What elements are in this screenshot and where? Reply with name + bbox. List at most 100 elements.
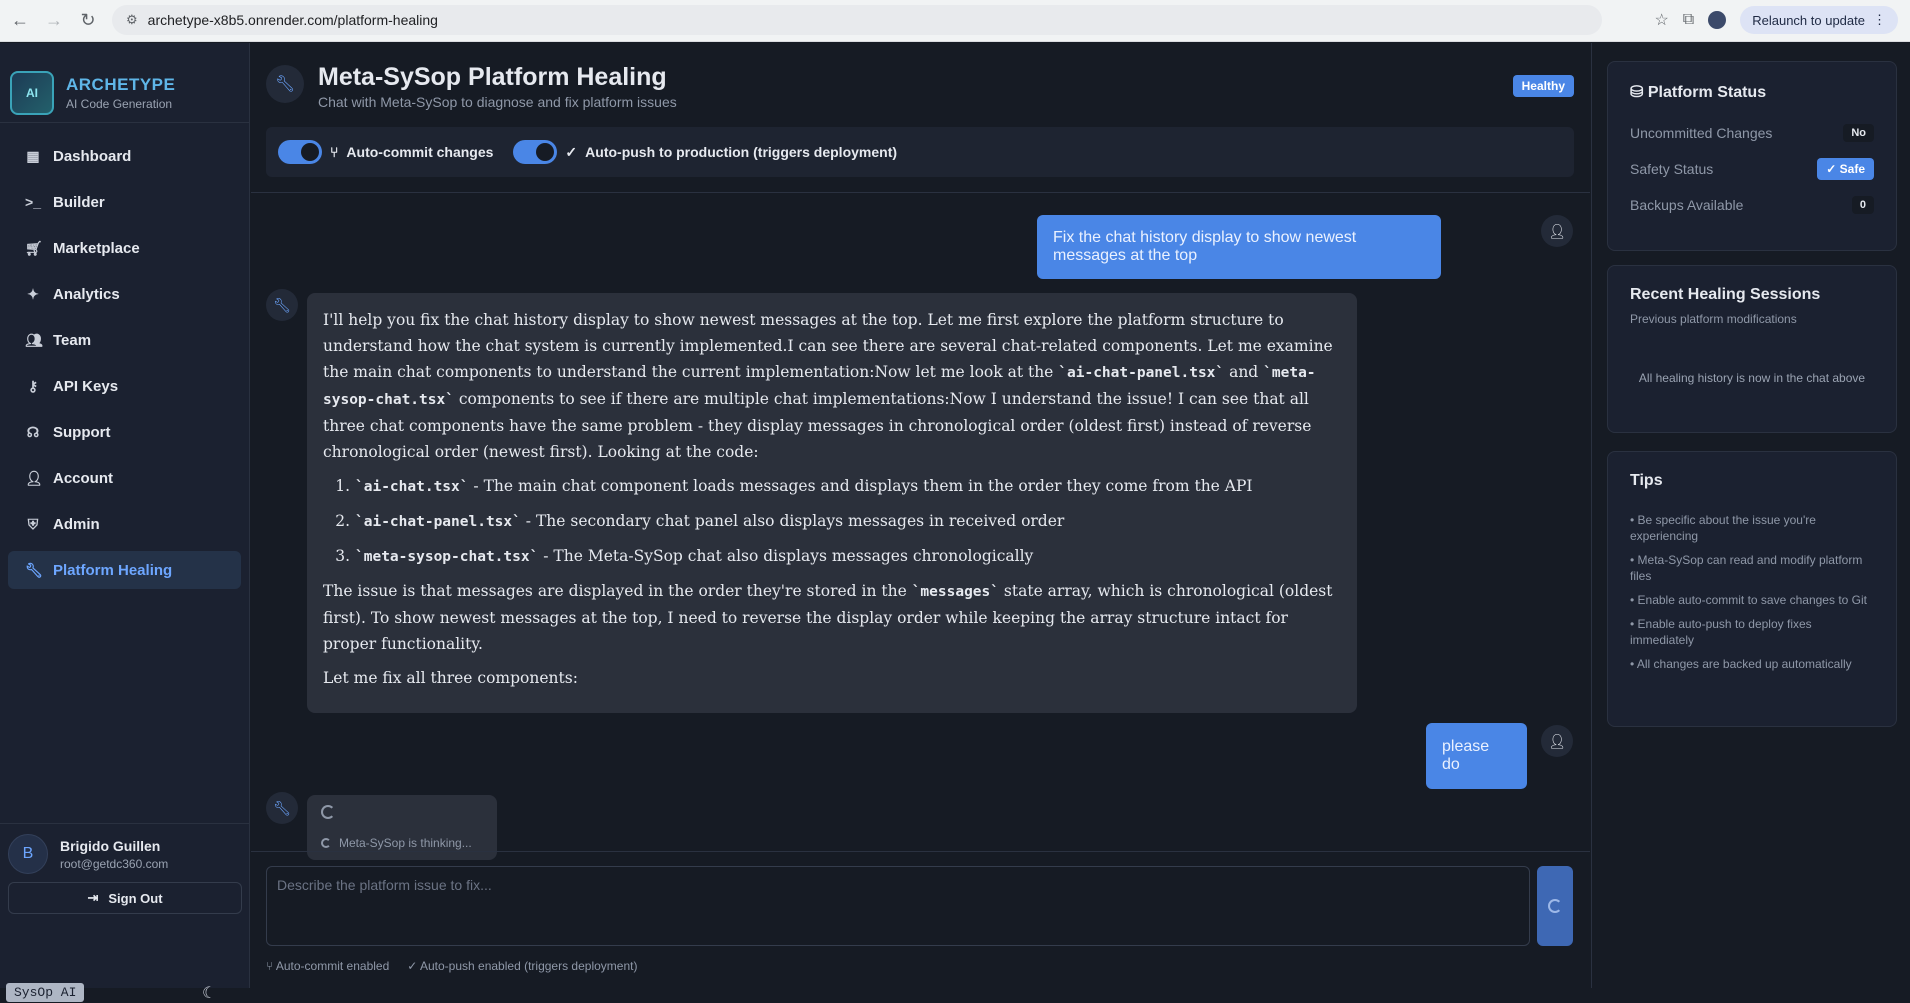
shield-icon: ⛨ xyxy=(27,515,39,532)
page-header: 🔧︎ Meta-SySop Platform Healing Chat with… xyxy=(251,43,1590,193)
page-subtitle: Chat with Meta-SySop to diagnose and fix… xyxy=(318,94,677,110)
send-button[interactable] xyxy=(1537,866,1573,946)
card-title: Recent Healing Sessions xyxy=(1630,286,1821,303)
star-icon[interactable]: ☆ xyxy=(1654,10,1668,30)
platform-status-card: ⛁ Platform Status Uncommitted Changes No … xyxy=(1607,61,1897,251)
relaunch-button[interactable]: Relaunch to update ⋮ xyxy=(1740,6,1898,34)
logo: AI xyxy=(10,70,54,115)
headset-icon: ☊ xyxy=(26,423,40,440)
sidebar-item-dashboard[interactable]: ▦ Dashboard xyxy=(8,137,241,175)
spinner-icon xyxy=(321,838,331,848)
spinner-icon xyxy=(1548,899,1562,913)
check-circle-icon: ✓ xyxy=(565,143,578,160)
cart-icon: 🛒︎ xyxy=(25,239,43,256)
list-item: `ai-chat.tsx` - The main chat component … xyxy=(355,473,1341,500)
wrench-icon: 🔧︎ xyxy=(25,561,43,578)
sidebar-item-label: Marketplace xyxy=(53,239,140,257)
logout-icon: ⇥ xyxy=(87,890,99,905)
sidebar-item-label: Admin xyxy=(53,515,100,533)
autopush-status: ✓ Auto-push enabled (triggers deployment… xyxy=(407,959,638,973)
sidebar-item-label: Analytics xyxy=(53,285,120,303)
issue-input[interactable]: Describe the platform issue to fix... xyxy=(266,866,1530,946)
status-badge: ✓ Safe xyxy=(1817,158,1874,180)
site-info-icon[interactable]: ⚙ xyxy=(126,12,138,28)
status-badge: Healthy xyxy=(1512,75,1574,97)
main-panel: 🔧︎ Meta-SySop Platform Healing Chat with… xyxy=(251,43,1590,988)
tip-item: • All changes are backed up automaticall… xyxy=(1630,657,1852,671)
extensions-icon[interactable]: ⧉ xyxy=(1683,11,1694,29)
sidebar-item-builder[interactable]: >_ Builder xyxy=(8,183,241,221)
sidebar-nav: ▦ Dashboard >_ Builder 🛒︎ Marketplace ✦ Analyti… xyxy=(0,123,249,611)
avatar: B xyxy=(8,834,48,874)
user-message: Fix the chat history display to show new… xyxy=(1037,215,1441,279)
card-subtitle: Previous platform modifications xyxy=(1630,312,1797,326)
reload-icon[interactable]: ↻ xyxy=(74,7,102,35)
spinner-icon xyxy=(321,805,335,819)
autocommit-status: ⑂ Auto-commit enabled xyxy=(266,959,390,973)
address-bar[interactable]: ⚙ archetype-x8b5.onrender.com/platform-h… xyxy=(112,5,1602,35)
sidebar-item-marketplace[interactable]: 🛒︎ Marketplace xyxy=(8,229,241,267)
composer: Describe the platform issue to fix... ⑂ … xyxy=(251,851,1590,988)
profile-icon[interactable] xyxy=(1708,11,1727,29)
list-item: `ai-chat-panel.tsx` - The secondary chat… xyxy=(355,508,1341,535)
users-icon: 👥︎ xyxy=(25,331,43,348)
sidebar-item-analytics[interactable]: ✦ Analytics xyxy=(8,275,241,313)
sidebar-item-support[interactable]: ☊ Support xyxy=(8,413,241,451)
sidebar: AI ARCHETYPE AI Code Generation ▦ Dashboa… xyxy=(0,43,250,1002)
tip-item: • Be specific about the issue you're exp… xyxy=(1630,513,1816,543)
menu-icon: ⋮ xyxy=(1873,12,1886,27)
user-panel: B Brigido Guillen root@getdc360.com ⇥ Sig… xyxy=(0,823,250,924)
status-badge: 0 xyxy=(1851,196,1874,214)
git-branch-icon: ⑂ xyxy=(330,144,339,160)
wrench-icon: 🔧︎ xyxy=(266,289,298,321)
tip-item: • Enable auto-push to deploy fixes immed… xyxy=(1630,617,1812,647)
sign-out-button[interactable]: ⇥ Sign Out xyxy=(8,882,242,914)
sidebar-item-team[interactable]: 👥︎ Team xyxy=(8,321,241,359)
back-icon[interactable]: ← xyxy=(6,7,34,35)
card-title: Platform Status xyxy=(1647,84,1767,101)
autocommit-switch[interactable] xyxy=(278,140,322,164)
sidebar-item-admin[interactable]: ⛨ Admin xyxy=(8,505,241,543)
card-title: Tips xyxy=(1630,472,1663,489)
autopush-toggle[interactable]: ✓ Auto-push to production (triggers depl… xyxy=(513,140,897,164)
brand-name: ARCHETYPE xyxy=(66,74,176,94)
browser-toolbar: ← → ↻ ⚙ archetype-x8b5.onrender.com/plat… xyxy=(0,0,1910,42)
sidebar-item-platform-healing[interactable]: 🔧︎ Platform Healing xyxy=(8,551,241,589)
autocommit-toggle[interactable]: ⑂ Auto-commit changes xyxy=(278,140,493,164)
sidebar-item-label: Support xyxy=(53,423,111,441)
empty-state: All healing history is now in the chat a… xyxy=(1638,371,1866,385)
user-icon: 👤︎ xyxy=(25,469,43,486)
sidebar-item-api-keys[interactable]: ⚷ API Keys xyxy=(8,367,241,405)
user-name: Brigido Guillen xyxy=(60,837,161,854)
tips-card: Tips • Be specific about the issue you'r… xyxy=(1607,451,1897,727)
user-message: please do xyxy=(1426,723,1527,789)
sidebar-item-label: Dashboard xyxy=(53,147,132,165)
toggle-bar: ⑂ Auto-commit changes ✓ Auto-push to pro… xyxy=(266,127,1574,177)
chat-area: Fix the chat history display to show new… xyxy=(251,195,1590,860)
brand: AI ARCHETYPE AI Code Generation xyxy=(0,43,249,123)
url-text: archetype-x8b5.onrender.com/platform-hea… xyxy=(147,12,438,28)
sysop-badge: SysOp AI xyxy=(6,983,85,1002)
wrench-icon: 🔧︎ xyxy=(266,792,298,824)
right-panel: ⛁ Platform Status Uncommitted Changes No … xyxy=(1591,43,1910,988)
tip-item: • Enable auto-commit to save changes to … xyxy=(1630,593,1867,607)
status-badge: No xyxy=(1843,124,1874,142)
sidebar-item-label: Account xyxy=(53,469,113,487)
database-icon: ⛁ xyxy=(1630,84,1648,101)
autocommit-label: Auto-commit changes xyxy=(346,144,494,160)
key-icon: ⚷ xyxy=(27,377,39,394)
sidebar-item-label: Team xyxy=(53,331,92,349)
grid-icon: ▦ xyxy=(26,147,40,164)
list-item: `meta-sysop-chat.tsx` - The Meta-SySop c… xyxy=(355,543,1341,570)
terminal-icon: >_ xyxy=(25,194,41,210)
user-email: root@getdc360.com xyxy=(60,856,169,871)
theme-toggle-icon[interactable]: ☾ xyxy=(202,983,216,1003)
brand-tagline: AI Code Generation xyxy=(66,96,173,111)
sidebar-item-label: Platform Healing xyxy=(53,561,173,579)
autopush-switch[interactable] xyxy=(513,140,558,164)
forward-icon[interactable]: → xyxy=(40,7,68,35)
tip-item: • Meta-SySop can read and modify platfor… xyxy=(1630,553,1863,583)
sidebar-item-label: API Keys xyxy=(53,377,119,395)
sparkle-icon: ✦ xyxy=(27,285,39,302)
sidebar-item-account[interactable]: 👤︎ Account xyxy=(8,459,241,497)
